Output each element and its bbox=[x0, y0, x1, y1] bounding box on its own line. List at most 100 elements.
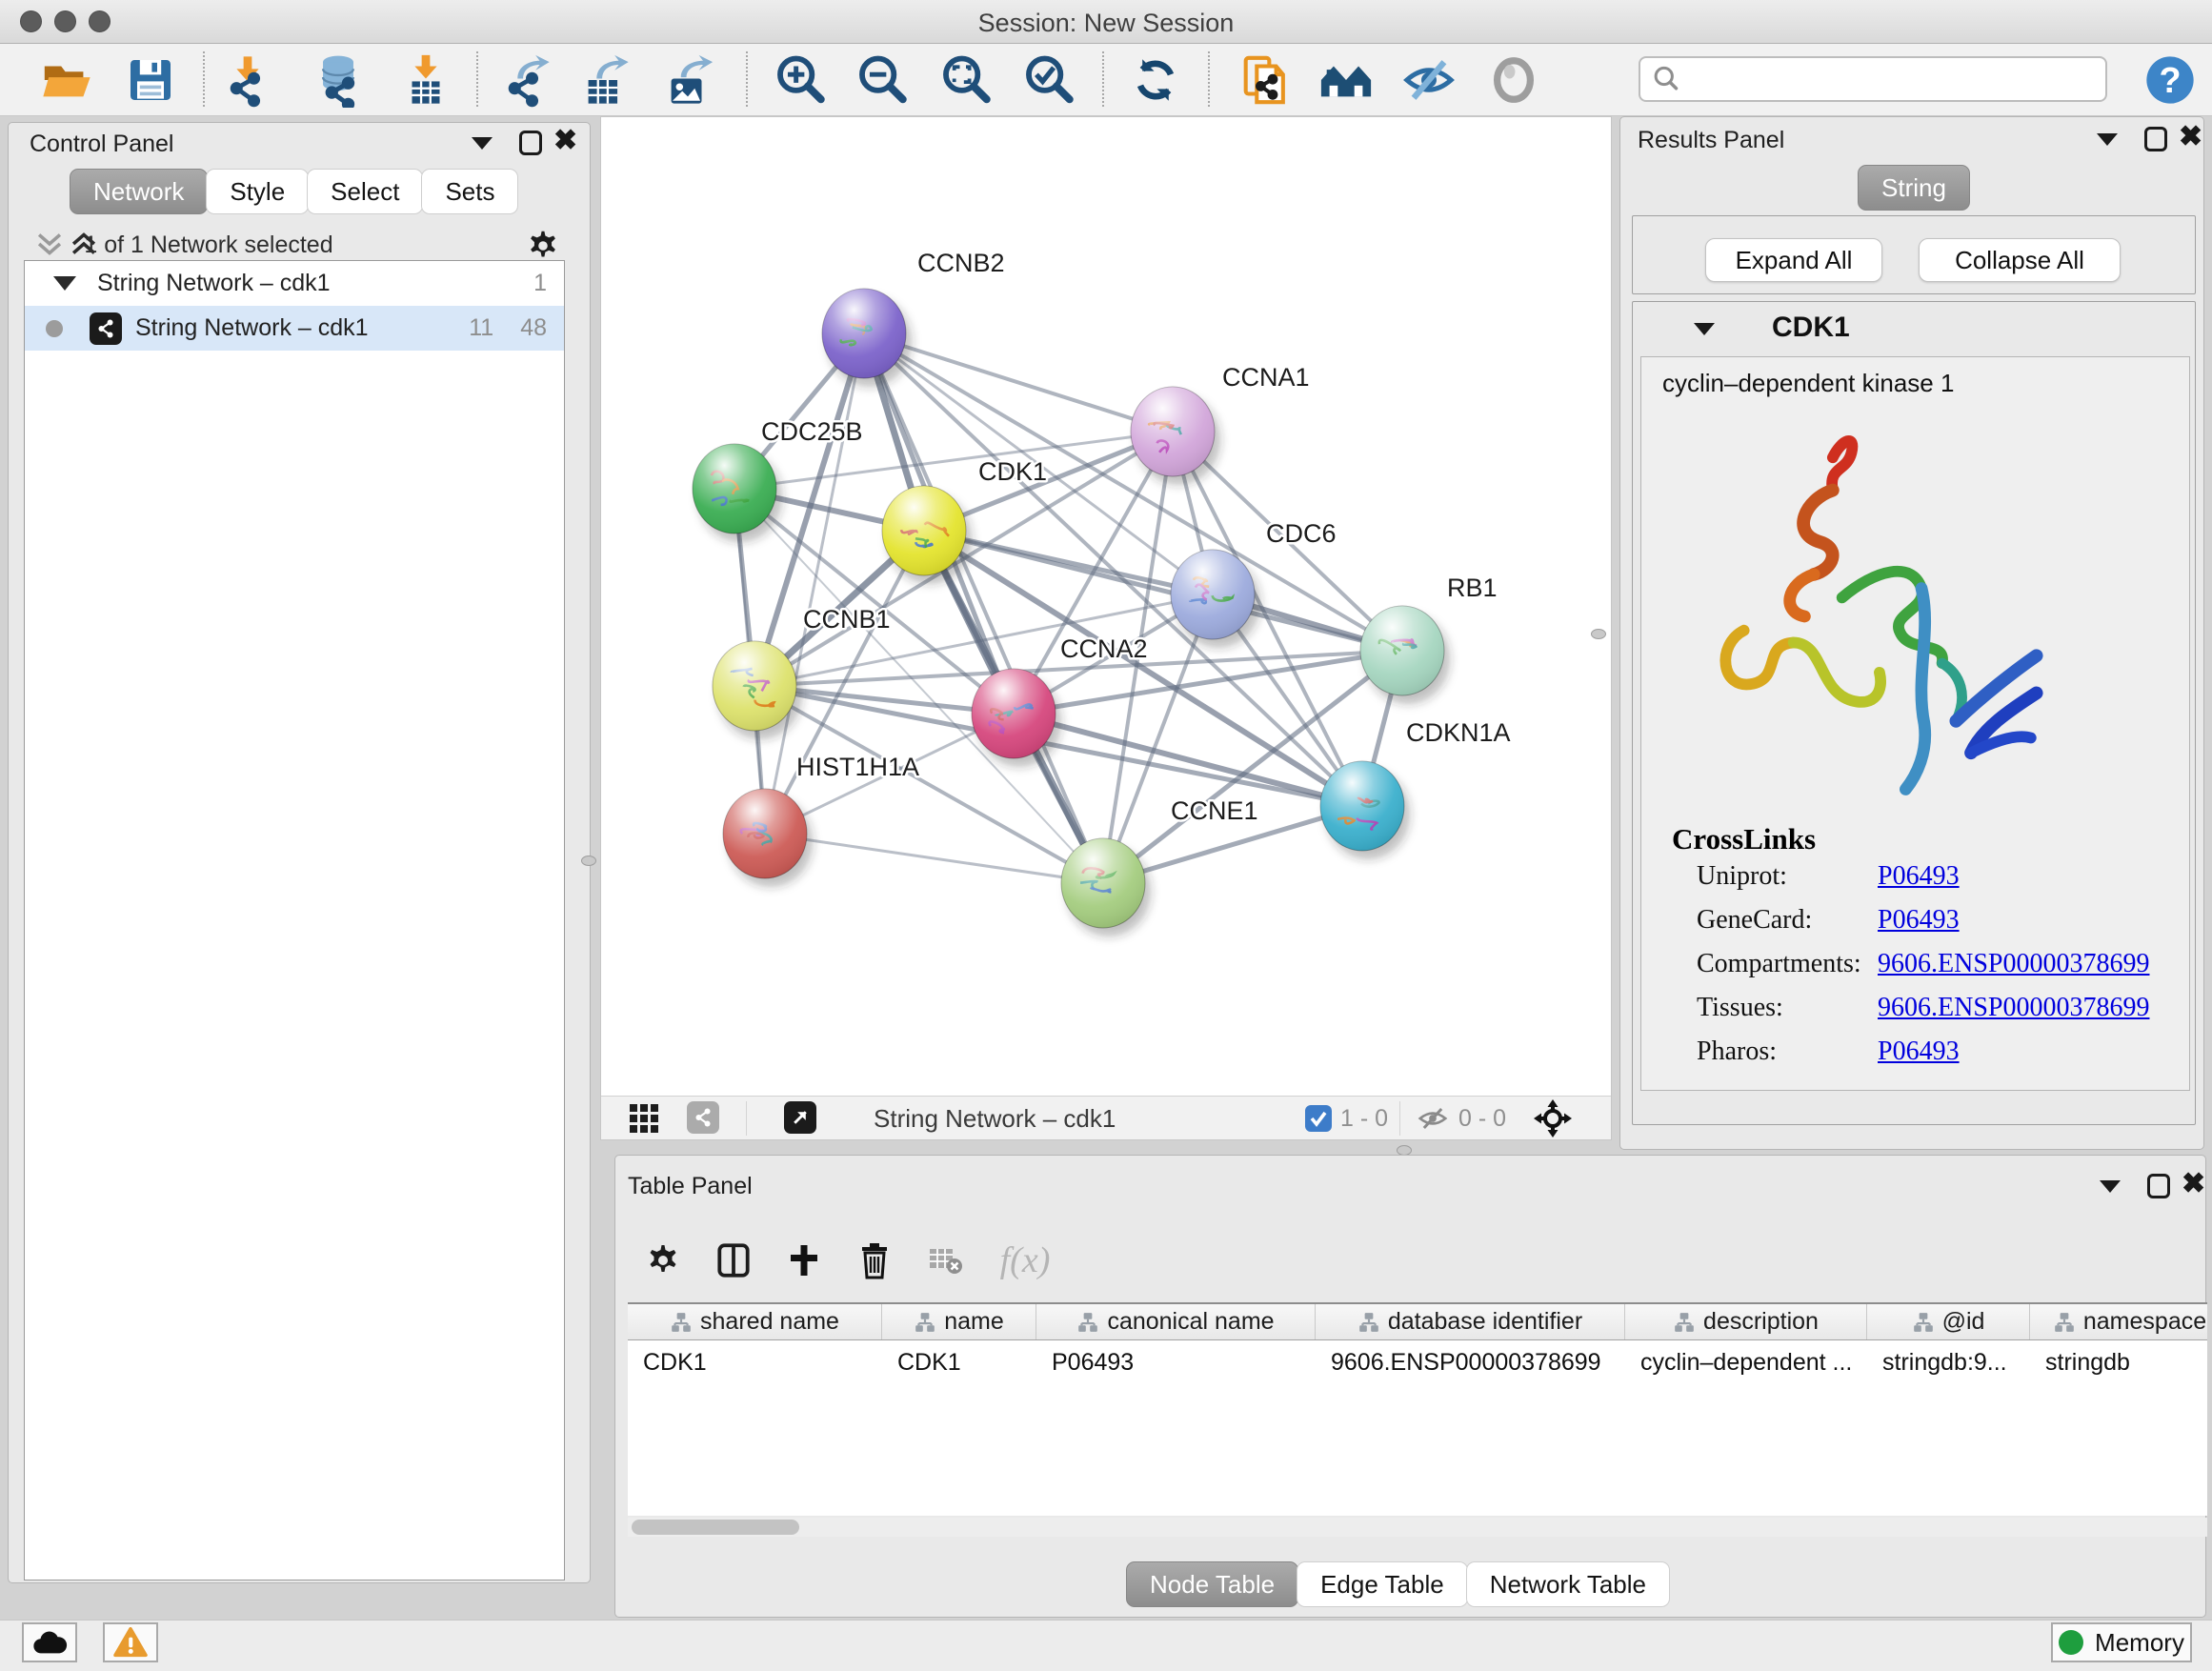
column-header-description[interactable]: description bbox=[1625, 1304, 1867, 1339]
expand-all-button[interactable]: Expand All bbox=[1705, 238, 1882, 282]
node-HIST1H1A[interactable]: HIST1H1A bbox=[723, 753, 919, 887]
panel-close-icon[interactable]: ✖ bbox=[553, 129, 577, 153]
grid-view-icon[interactable] bbox=[628, 1102, 660, 1135]
crosslink-link[interactable]: P06493 bbox=[1878, 905, 1960, 936]
panel-float-icon[interactable] bbox=[2147, 1174, 2170, 1198]
table-horizontal-scrollbar[interactable] bbox=[628, 1518, 2207, 1537]
delete-table-button[interactable] bbox=[916, 1232, 974, 1289]
panel-float-icon[interactable] bbox=[2144, 127, 2167, 151]
clone-network-button[interactable] bbox=[1235, 50, 1296, 111]
table-header-row: shared namenamecanonical namedatabase id… bbox=[628, 1304, 2207, 1340]
crosslink-link[interactable]: P06493 bbox=[1878, 1037, 1960, 1067]
show-columns-button[interactable] bbox=[705, 1232, 762, 1289]
hidden-eye-slash-icon bbox=[1417, 1104, 1449, 1133]
column-header-name[interactable]: name bbox=[882, 1304, 1036, 1339]
right-splitter-handle[interactable] bbox=[1591, 629, 1606, 639]
crosslink-link[interactable]: 9606.ENSP00000378699 bbox=[1878, 949, 2149, 979]
update-button[interactable] bbox=[1125, 50, 1186, 111]
import-table-from-file-button[interactable] bbox=[395, 50, 456, 111]
control-panel-title: Control Panel bbox=[30, 131, 173, 158]
zoom-selected-button[interactable] bbox=[1018, 50, 1079, 111]
string-view-icon[interactable] bbox=[687, 1101, 719, 1134]
table-row[interactable]: CDK1CDK1P064939606.ENSP00000378699cyclin… bbox=[628, 1340, 2207, 1384]
help-button[interactable]: ? bbox=[2140, 50, 2201, 111]
network-canvas[interactable]: CDK1CCNB1CCNB2CCNA1CCNA2CCNE1CDC25BCDC6R… bbox=[601, 117, 1611, 1095]
node-CCNB2[interactable]: CCNB2 bbox=[822, 249, 1005, 387]
collection-label: String Network – cdk1 bbox=[97, 270, 331, 297]
column-header-namespace[interactable]: namespace bbox=[2030, 1304, 2207, 1339]
node-CCNA1[interactable]: CCNA1 bbox=[1131, 363, 1310, 485]
edge-CCNA2-CDKN1A[interactable] bbox=[1014, 714, 1362, 806]
birdseye-navigator-icon[interactable] bbox=[1533, 1098, 1573, 1138]
tab-style[interactable]: Style bbox=[206, 169, 309, 214]
tab-network[interactable]: Network bbox=[70, 169, 208, 214]
left-splitter-handle[interactable] bbox=[581, 856, 596, 866]
show-graphics-details-button[interactable] bbox=[1398, 50, 1459, 111]
cloud-button[interactable] bbox=[22, 1622, 77, 1662]
tab-sets[interactable]: Sets bbox=[421, 169, 518, 214]
protein-expander-icon[interactable] bbox=[1694, 323, 1715, 335]
string-home-button[interactable] bbox=[1316, 50, 1377, 111]
create-column-button[interactable] bbox=[775, 1232, 833, 1289]
import-network-from-file-button[interactable] bbox=[217, 50, 278, 111]
column-header--id[interactable]: @id bbox=[1867, 1304, 2030, 1339]
zoom-in-button[interactable] bbox=[770, 50, 831, 111]
memory-button[interactable]: Memory bbox=[2051, 1622, 2192, 1662]
tab-select[interactable]: Select bbox=[307, 169, 423, 214]
columns-icon bbox=[714, 1240, 754, 1280]
tab-edge-table[interactable]: Edge Table bbox=[1297, 1561, 1468, 1607]
function-builder-button[interactable]: f(x) bbox=[987, 1232, 1063, 1289]
export-image-button[interactable] bbox=[657, 50, 718, 111]
save-session-button[interactable] bbox=[120, 50, 181, 111]
collection-expander-icon[interactable] bbox=[53, 276, 76, 291]
panel-close-icon[interactable]: ✖ bbox=[2182, 1172, 2205, 1197]
node-RB1[interactable]: RB1 bbox=[1360, 574, 1498, 704]
crosslink-link[interactable]: 9606.ENSP00000378699 bbox=[1878, 993, 2149, 1023]
column-type-icon bbox=[1357, 1311, 1380, 1334]
crosslink-label: GeneCard: bbox=[1697, 905, 1878, 936]
table-settings-button[interactable] bbox=[634, 1232, 692, 1289]
column-type-icon bbox=[1076, 1311, 1099, 1334]
collapse-all-button[interactable]: Collapse All bbox=[1919, 238, 2121, 282]
network-row[interactable]: String Network – cdk1 11 48 bbox=[25, 306, 564, 351]
warnings-button[interactable] bbox=[103, 1622, 158, 1662]
viewbar-separator bbox=[1399, 1101, 1400, 1136]
column-type-icon bbox=[1912, 1311, 1935, 1334]
tab-network-table[interactable]: Network Table bbox=[1466, 1561, 1670, 1607]
detach-view-icon[interactable] bbox=[784, 1101, 816, 1134]
panel-close-icon[interactable]: ✖ bbox=[2179, 125, 2202, 150]
tab-string[interactable]: String bbox=[1858, 165, 1970, 211]
network-collection-row[interactable]: String Network – cdk1 1 bbox=[25, 261, 564, 306]
open-session-button[interactable] bbox=[36, 50, 97, 111]
panel-menu-icon[interactable] bbox=[472, 137, 493, 150]
edge-CCNB2-CCNE1[interactable] bbox=[864, 333, 1103, 883]
scrollbar-thumb[interactable] bbox=[632, 1520, 799, 1535]
panel-float-icon[interactable] bbox=[519, 131, 542, 155]
column-header-canonical-name[interactable]: canonical name bbox=[1036, 1304, 1316, 1339]
crosslink-row: GeneCard:P06493 bbox=[1697, 898, 2173, 942]
search-input[interactable] bbox=[1680, 66, 2105, 92]
export-table-button[interactable] bbox=[574, 50, 635, 111]
delete-column-button[interactable] bbox=[846, 1232, 903, 1289]
import-network-from-database-button[interactable] bbox=[308, 50, 369, 111]
column-type-icon bbox=[2053, 1311, 2076, 1334]
table-panel-title: Table Panel bbox=[628, 1173, 753, 1200]
network-node-count: 11 bbox=[469, 314, 493, 342]
search-icon bbox=[1652, 65, 1680, 93]
hide-graphics-details-button[interactable] bbox=[1483, 50, 1544, 111]
zoom-fit-content-button[interactable] bbox=[935, 50, 996, 111]
panel-menu-icon[interactable] bbox=[2100, 1180, 2121, 1193]
node-CDKN1A[interactable]: CDKN1A bbox=[1320, 718, 1511, 859]
column-header-shared-name[interactable]: shared name bbox=[628, 1304, 882, 1339]
export-network-icon bbox=[498, 52, 553, 108]
export-network-button[interactable] bbox=[495, 50, 556, 111]
status-bar: Memory bbox=[0, 1620, 2212, 1671]
column-header-database-identifier[interactable]: database identifier bbox=[1316, 1304, 1625, 1339]
edge-CCNE1-HIST1H1A[interactable] bbox=[765, 834, 1103, 883]
zoom-out-button[interactable] bbox=[852, 50, 913, 111]
crosslink-link[interactable]: P06493 bbox=[1878, 861, 1960, 892]
tab-node-table[interactable]: Node Table bbox=[1126, 1561, 1298, 1607]
string-network-icon bbox=[90, 312, 122, 345]
panel-menu-icon[interactable] bbox=[2097, 133, 2118, 146]
node-CCNB1[interactable]: CCNB1 bbox=[713, 605, 891, 739]
